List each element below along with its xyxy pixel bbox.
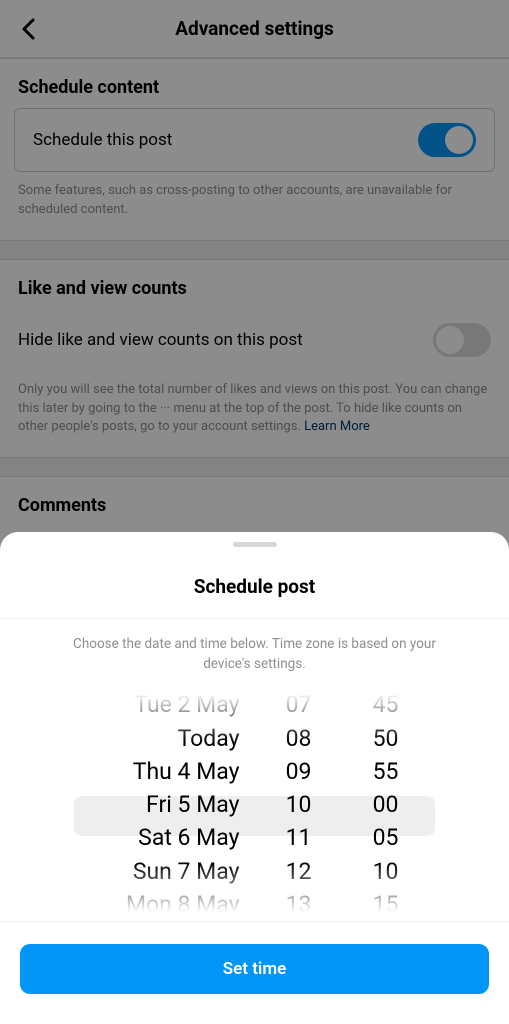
sheet-title: Schedule post [0,547,509,619]
back-button[interactable] [12,13,44,45]
picker-date-item[interactable]: Tue 2 May [78,688,240,721]
header-bar: Advanced settings [0,0,509,58]
sheet-footer: Set time [0,921,509,1024]
picker-minute-item[interactable]: 55 [340,755,432,788]
schedule-this-post-row[interactable]: Schedule this post [14,108,495,172]
picker-minute-item[interactable]: 05 [340,821,432,854]
picker-date-item[interactable]: Mon 8 May [78,888,240,921]
datetime-picker[interactable]: Tue 2 May Today Thu 4 May Fri 5 May Sat … [0,684,509,921]
counts-helper-body: Only you will see the total number of li… [18,382,487,435]
picker-hour-item-selected[interactable]: 10 [258,788,340,821]
section-schedule: Schedule content Schedule this post Some… [0,58,509,241]
schedule-post-sheet: Schedule post Choose the date and time b… [0,532,509,1024]
section-title-schedule: Schedule content [0,59,509,108]
picker-hour-item[interactable]: 11 [258,821,340,854]
picker-minute-item[interactable]: 45 [340,688,432,721]
picker-minute-item-selected[interactable]: 00 [340,788,432,821]
picker-hour-item[interactable]: 09 [258,755,340,788]
picker-hour-item[interactable]: 12 [258,854,340,887]
picker-column-date[interactable]: Tue 2 May Today Thu 4 May Fri 5 May Sat … [78,684,258,921]
counts-helper-text: Only you will see the total number of li… [0,371,509,444]
picker-column-minute[interactable]: 45 50 55 00 05 10 15 [340,684,432,921]
picker-minute-item[interactable]: 15 [340,888,432,921]
picker-column-hour[interactable]: 07 08 09 10 11 12 13 [258,684,340,921]
page-title: Advanced settings [0,17,509,40]
learn-more-link[interactable]: Learn More [304,419,370,434]
section-title-comments: Comments [0,477,509,526]
chevron-left-icon [21,18,35,40]
picker-date-item-selected[interactable]: Fri 5 May [78,788,240,821]
set-time-button[interactable]: Set time [20,944,489,994]
picker-date-item[interactable]: Today [78,721,240,754]
picker-minute-item[interactable]: 50 [340,721,432,754]
hide-counts-row[interactable]: Hide like and view counts on this post [0,309,509,371]
picker-hour-item[interactable]: 08 [258,721,340,754]
hide-counts-toggle[interactable] [433,323,491,357]
picker-date-item[interactable]: Thu 4 May [78,755,240,788]
schedule-toggle-label: Schedule this post [33,130,172,150]
picker-hour-item[interactable]: 13 [258,888,340,921]
picker-date-item[interactable]: Sat 6 May [78,821,240,854]
sheet-subtitle: Choose the date and time below. Time zon… [0,619,509,684]
section-title-counts: Like and view counts [0,260,509,309]
picker-date-item[interactable]: Sun 7 May [78,854,240,887]
section-counts: Like and view counts Hide like and view … [0,259,509,459]
picker-minute-item[interactable]: 10 [340,854,432,887]
picker-hour-item[interactable]: 07 [258,688,340,721]
schedule-toggle[interactable] [418,123,476,157]
hide-counts-label: Hide like and view counts on this post [18,330,303,350]
schedule-helper-text: Some features, such as cross-posting to … [0,172,509,226]
